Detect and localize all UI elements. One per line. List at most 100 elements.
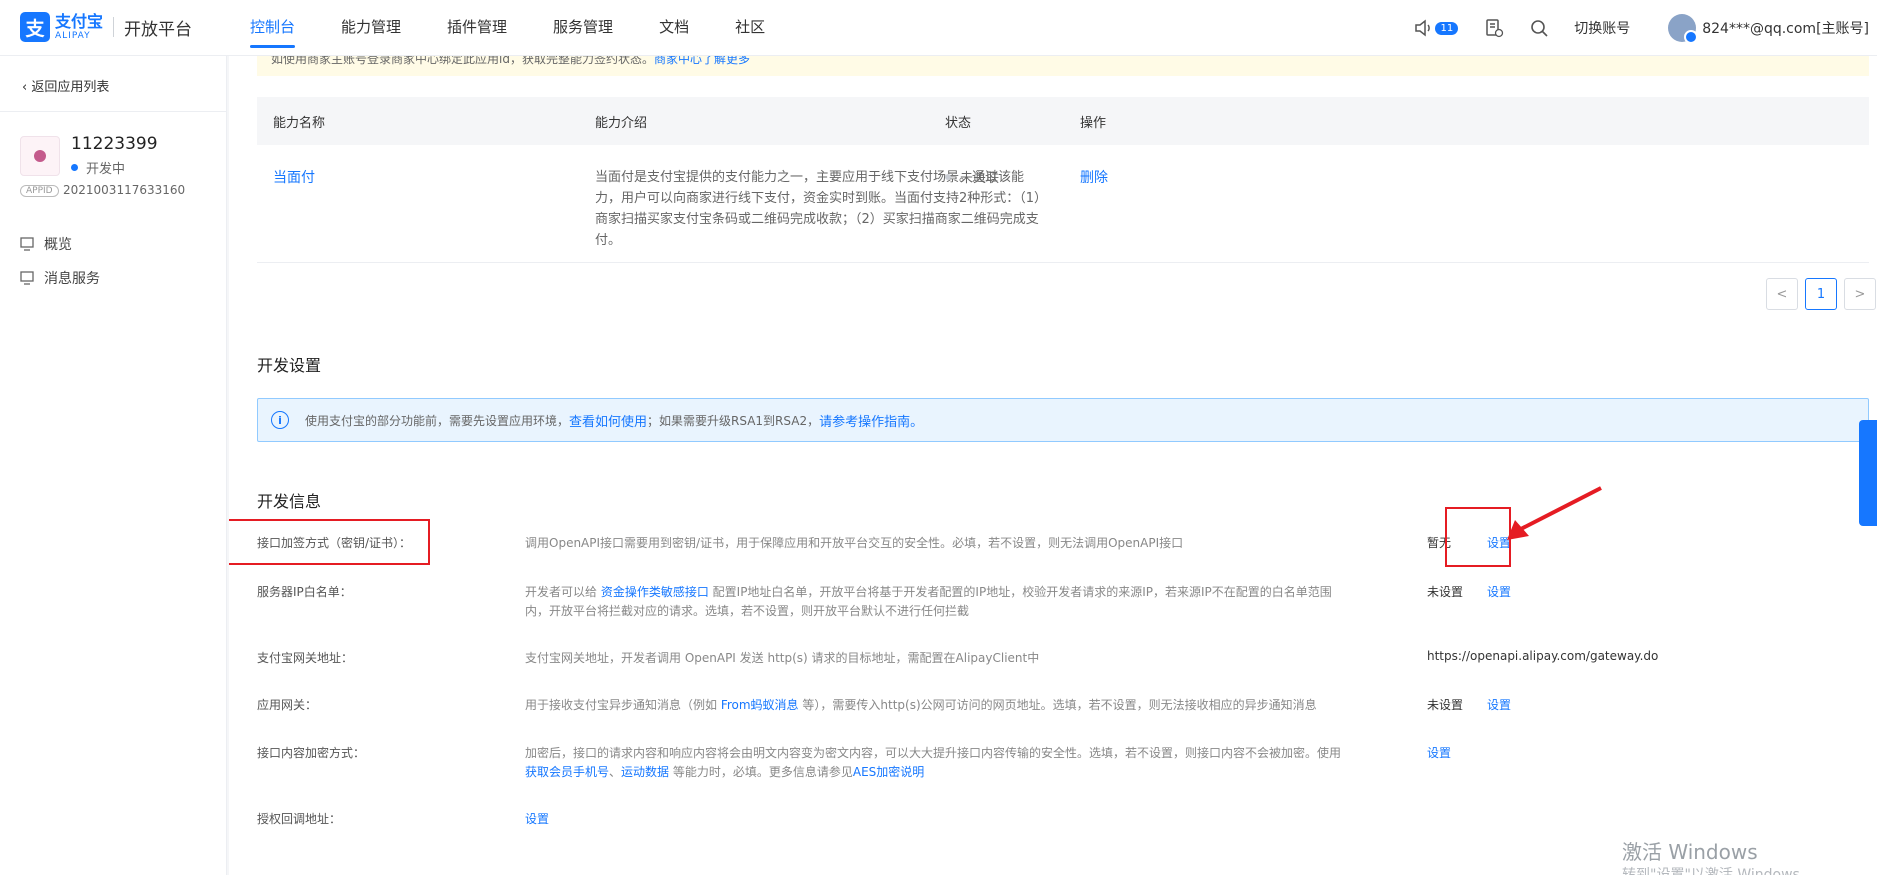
- info-icon: i: [271, 411, 289, 429]
- record-button[interactable]: [1484, 18, 1504, 38]
- dev-info-title: 开发信息: [257, 492, 322, 511]
- top-notice: 如使用商家主账号登录商家中心绑定此应用id，获取完整能力签约状态。商家中心了解更…: [257, 56, 1869, 76]
- desc-text: 等），需要传入http(s)公网可访问的网页地址。选填，若不设置，则无法接收相应…: [798, 698, 1317, 712]
- app-status-label: 开发中: [86, 162, 126, 177]
- next-page-button[interactable]: >: [1844, 278, 1876, 310]
- app-logo-mark: [34, 150, 46, 162]
- encrypt-set-link[interactable]: 设置: [1427, 744, 1451, 761]
- chevron-left-icon: ‹: [22, 80, 32, 95]
- pagination: < 1 >: [1759, 278, 1876, 310]
- dev-desc: 调用OpenAPI接口需要用到密钥/证书，用于保障应用和开放平台交互的安全性。必…: [525, 536, 1184, 550]
- back-label: 返回应用列表: [31, 80, 110, 95]
- sidebar-item-label: 消息服务: [44, 271, 100, 287]
- message-icon: [20, 271, 34, 285]
- windows-watermark: 激活 Windows: [1622, 840, 1758, 864]
- prev-page-button[interactable]: <: [1766, 278, 1798, 310]
- dev-label: 授权回调地址：: [257, 812, 342, 826]
- sidebar-divider: [0, 111, 226, 112]
- how-to-use-link[interactable]: 查看如何使用: [569, 411, 647, 430]
- dev-label: 接口内容加密方式：: [257, 746, 366, 760]
- nav-docs[interactable]: 文档: [659, 0, 689, 56]
- app-status: 开发中: [71, 158, 125, 177]
- dev-desc: 加密后，接口的请求内容和响应内容将会由明文内容变为密文内容，可以大大提升接口内容…: [525, 744, 1345, 782]
- dev-value: 未设置: [1427, 698, 1464, 712]
- dev-settings-title: 开发设置: [257, 356, 322, 375]
- status-dot: [71, 164, 78, 171]
- red-arrow-icon: [1507, 486, 1602, 540]
- sidebar: ‹ 返回应用列表 11223399 开发中 APPID 202100311763…: [0, 56, 227, 875]
- delete-link[interactable]: 删除: [1080, 167, 1108, 187]
- floating-help-tab[interactable]: [1859, 420, 1877, 526]
- nav-plugin[interactable]: 插件管理: [447, 0, 507, 56]
- capability-name-link[interactable]: 当面付: [273, 167, 315, 187]
- status-dot: [945, 173, 951, 180]
- switch-account-button[interactable]: 切换账号: [1574, 18, 1630, 38]
- top-notice-link[interactable]: 商家中心了解更多: [654, 56, 750, 66]
- logo-divider: [113, 17, 115, 37]
- page-1-button[interactable]: 1: [1805, 278, 1837, 310]
- nav-service[interactable]: 服务管理: [553, 0, 613, 56]
- dev-value: 未设置: [1427, 585, 1464, 599]
- sidebar-item-overview[interactable]: 概览: [20, 234, 72, 254]
- ip-whitelist-set-link[interactable]: 设置: [1487, 583, 1511, 600]
- user-account[interactable]: 824***@qq.com[主账号]: [1702, 18, 1869, 38]
- nav-capability[interactable]: 能力管理: [341, 0, 401, 56]
- desc-text: 用于接收支付宝异步通知消息（例如: [525, 698, 721, 712]
- auth-callback-set-link[interactable]: 设置: [525, 810, 549, 827]
- avatar[interactable]: [1668, 14, 1699, 44]
- main-content: 如使用商家主账号登录商家中心绑定此应用id，获取完整能力签约状态。商家中心了解更…: [229, 56, 1877, 875]
- desc-text: 等能力时，必填。更多信息请参见: [669, 765, 853, 779]
- header-op: 操作: [1080, 115, 1107, 131]
- appid-value: 2021003117633160: [63, 183, 186, 197]
- platform-title: 开放平台: [124, 19, 193, 40]
- top-navbar: 支 支付宝 ALIPAY 开放平台 控制台 能力管理 插件管理 服务管理 文档 …: [0, 0, 1877, 56]
- capability-table: 能力名称 能力介绍 状态 操作 当面付 当面付是支付宝提供的支付能力之一，主要应…: [257, 97, 1869, 263]
- app-name: 11223399: [71, 134, 158, 154]
- sensitive-api-link[interactable]: 资金操作类敏感接口: [601, 585, 709, 599]
- desc-text: 开发者可以给: [525, 585, 601, 599]
- search-icon: [1531, 20, 1548, 37]
- search-button[interactable]: [1530, 19, 1548, 37]
- windows-watermark-sub: 转到"设置"以激活 Windows。: [1622, 867, 1814, 875]
- desc-text: 加密后，接口的请求内容和响应内容将会由明文内容变为密文内容，可以大大提升接口内容…: [525, 746, 1342, 760]
- sidebar-item-message[interactable]: 消息服务: [20, 268, 100, 288]
- ant-message-link[interactable]: From蚂蚁消息: [721, 698, 799, 712]
- aes-doc-link[interactable]: AES加密说明: [853, 765, 924, 779]
- dev-label: 支付宝网关地址：: [257, 651, 354, 665]
- notice-count-badge: 11: [1435, 21, 1459, 35]
- logo-cn: 支付宝: [55, 11, 104, 31]
- guide-link[interactable]: 请参考操作指南。: [819, 411, 923, 430]
- highlight-box-label: [229, 519, 430, 565]
- sidebar-item-label: 概览: [44, 237, 72, 253]
- logo-en: ALIPAY: [55, 30, 91, 41]
- monitor-icon: [20, 237, 34, 251]
- alipay-logo[interactable]: 支 支付宝 ALIPAY 开放平台: [20, 12, 192, 42]
- desc-text: 、: [609, 765, 622, 779]
- table-header: 能力名称 能力介绍 状态 操作: [257, 97, 1869, 145]
- dev-desc: 用于接收支付宝异步通知消息（例如 From蚂蚁消息 等），需要传入http(s)…: [525, 696, 1345, 715]
- dev-desc: 开发者可以给 资金操作类敏感接口 配置IP地址白名单，开放平台将基于开发者配置的…: [525, 583, 1345, 621]
- top-notice-text: 如使用商家主账号登录商家中心绑定此应用id，获取完整能力签约状态。: [271, 56, 654, 66]
- appid-tag: APPID: [20, 185, 59, 197]
- nav-community[interactable]: 社区: [735, 0, 765, 56]
- status-label: 未关联: [960, 171, 1000, 186]
- dev-label: 应用网关：: [257, 698, 318, 712]
- app-gateway-set-link[interactable]: 设置: [1487, 696, 1511, 713]
- banner-text-1: 使用支付宝的部分功能前，需要先设置应用环境，: [305, 413, 570, 428]
- nav-console[interactable]: 控制台: [250, 0, 296, 56]
- top-right-tools: 11 切换账号 824***@qq.com[主账号]: [1414, 0, 1869, 56]
- table-row: 当面付 当面付是支付宝提供的支付能力之一，主要应用于线下支付场景。通过该能力，用…: [257, 145, 1869, 263]
- header-cap-name: 能力名称: [273, 115, 326, 131]
- back-to-app-list[interactable]: ‹ 返回应用列表: [22, 76, 109, 95]
- header-cap-desc: 能力介绍: [595, 115, 648, 131]
- banner-text-2: ；如果需要升级RSA1到RSA2，: [647, 413, 820, 428]
- main-nav: 控制台 能力管理 插件管理 服务管理 文档 社区: [250, 0, 811, 56]
- capability-status: 未关联: [945, 167, 999, 186]
- dev-desc: 支付宝网关地址，开发者调用 OpenAPI 发送 http(s) 请求的目标地址…: [525, 651, 1040, 665]
- sports-data-link[interactable]: 运动数据: [621, 765, 669, 779]
- info-banner: i 使用支付宝的部分功能前，需要先设置应用环境， 查看如何使用 ；如果需要升级R…: [257, 398, 1869, 442]
- member-phone-link[interactable]: 获取会员手机号: [525, 765, 609, 779]
- alipay-logo-icon: 支: [20, 12, 50, 42]
- notice-button[interactable]: 11: [1414, 19, 1459, 37]
- app-logo: [20, 136, 60, 176]
